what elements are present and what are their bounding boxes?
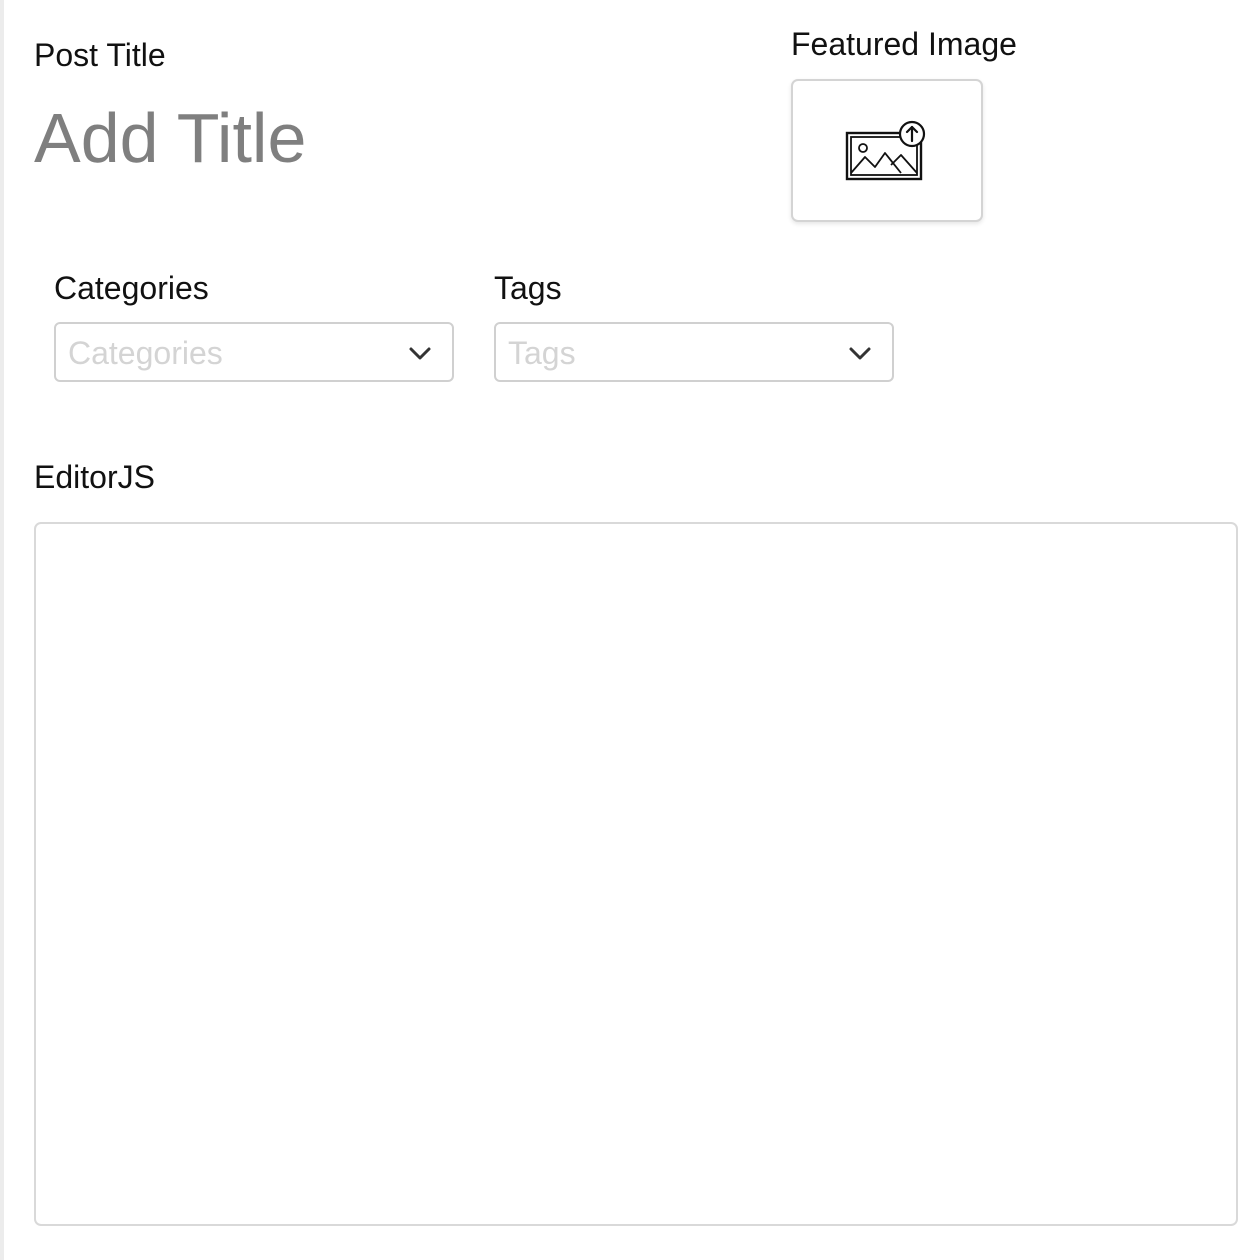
chevron-down-icon <box>849 347 871 360</box>
categories-placeholder: Categories <box>68 335 223 371</box>
categories-select[interactable]: Categories <box>54 322 454 382</box>
editorjs-content-area[interactable] <box>34 522 1238 1226</box>
chevron-down-icon <box>409 347 431 360</box>
post-editor-form: Post Title Featured Image Categories Cat… <box>0 0 1244 1260</box>
tags-placeholder: Tags <box>508 335 576 371</box>
image-upload-icon <box>845 120 926 180</box>
categories-label: Categories <box>54 270 209 306</box>
featured-image-upload-button[interactable] <box>791 79 983 222</box>
post-title-label: Post Title <box>34 37 166 73</box>
tags-label: Tags <box>494 270 562 306</box>
editor-label: EditorJS <box>34 459 155 495</box>
tags-select[interactable]: Tags <box>494 322 894 382</box>
post-title-input[interactable] <box>34 96 714 180</box>
featured-image-label: Featured Image <box>791 26 1017 62</box>
